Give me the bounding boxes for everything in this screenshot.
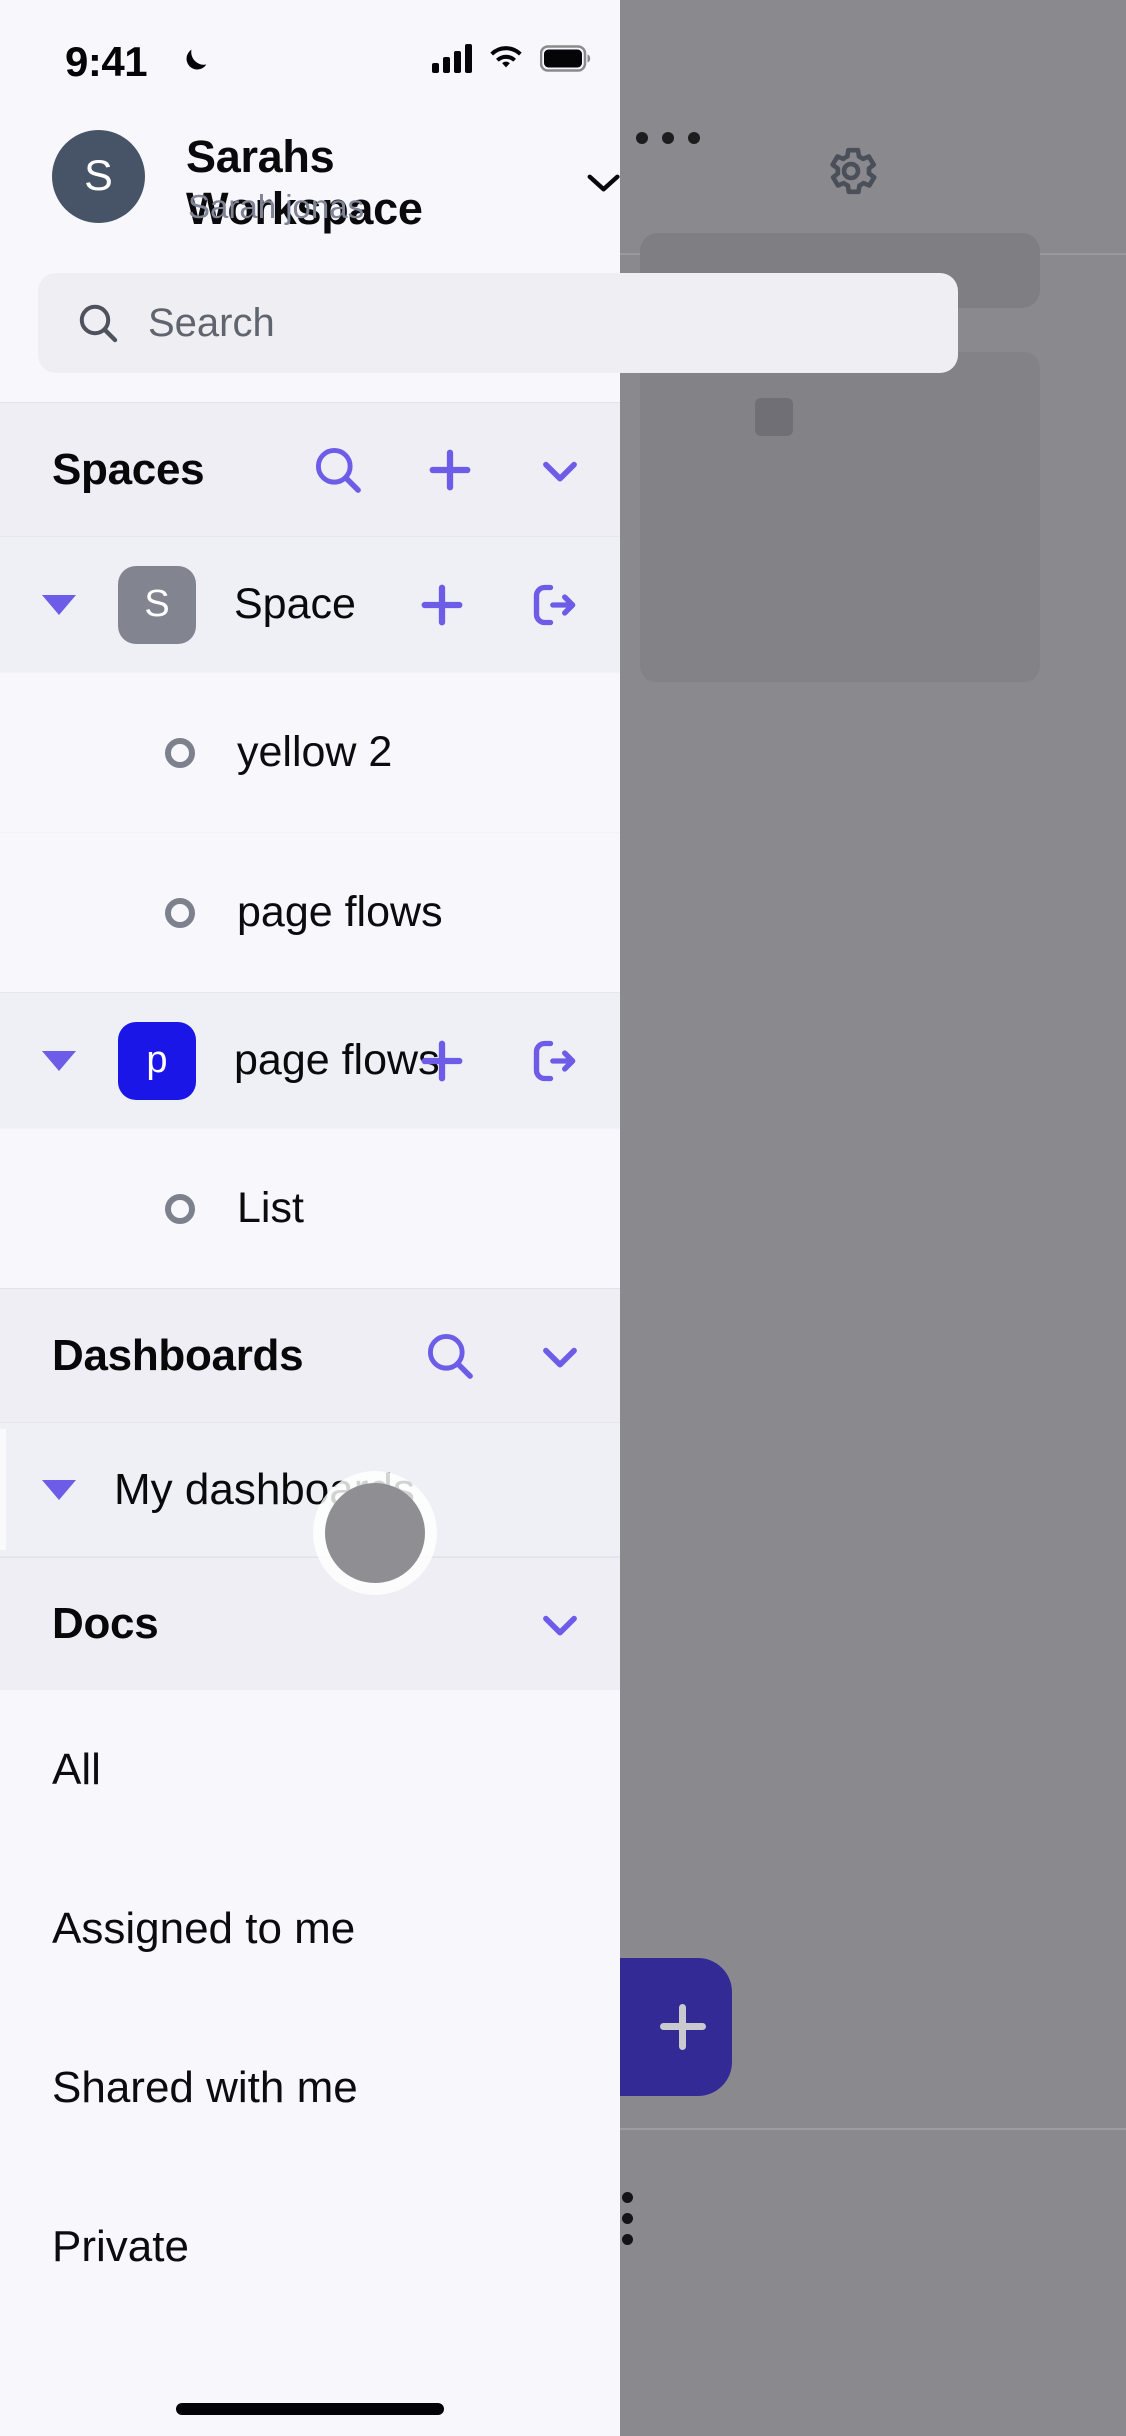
sidebar-item-shared-with-me[interactable]: Shared with me <box>0 2008 620 2167</box>
search-placeholder: Search <box>148 300 275 345</box>
more-vertical-icon[interactable] <box>622 2192 633 2245</box>
chevron-down-icon[interactable] <box>534 1598 586 1650</box>
crescent-moon-icon <box>186 49 207 70</box>
section-header-docs[interactable]: Docs <box>0 1557 620 1690</box>
dashboards-actions <box>422 1289 586 1422</box>
chevron-down-icon <box>587 174 620 192</box>
space-row-page-flows[interactable]: p page flows <box>0 992 620 1128</box>
status-time: 9:41 <box>65 38 148 85</box>
doc-filter-label: Private <box>52 2221 189 2271</box>
navigation-drawer: 9:41 S Sarahs Workspace Sarah jonas Sear… <box>0 0 958 2436</box>
plus-icon <box>660 2004 706 2050</box>
wifi-icon <box>490 46 522 68</box>
status-bar: 9:41 <box>0 0 620 100</box>
docs-title: Docs <box>52 1599 159 1648</box>
open-external-icon[interactable] <box>526 577 582 633</box>
list-item[interactable]: yellow 2 <box>0 672 620 832</box>
home-indicator <box>0 2376 620 2436</box>
active-indicator <box>0 1429 6 1550</box>
cellular-signal-icon <box>432 44 472 73</box>
section-header-dashboards[interactable]: Dashboards <box>0 1288 620 1422</box>
more-horizontal-icon[interactable] <box>636 132 700 144</box>
doc-filter-label: All <box>52 1744 101 1794</box>
gear-icon[interactable] <box>822 142 880 200</box>
doc-filter-label: Shared with me <box>52 2062 358 2112</box>
background-square-icon <box>755 398 793 436</box>
plus-icon[interactable] <box>422 442 478 498</box>
list-item[interactable]: List <box>0 1128 620 1288</box>
plus-icon[interactable] <box>414 577 470 633</box>
list-item-label: page flows <box>237 888 443 936</box>
sidebar-item-assigned-to-me[interactable]: Assigned to me <box>0 1849 620 2008</box>
workspace-header: S Sarahs Workspace Sarah jonas <box>0 100 877 255</box>
space-actions <box>414 537 582 672</box>
search-container: Search <box>0 255 958 402</box>
spaces-title: Spaces <box>52 444 205 494</box>
sidebar-item-my-dashboards[interactable]: My dashboards <box>0 1422 620 1557</box>
touch-indicator <box>325 1483 425 1583</box>
list-item[interactable]: page flows <box>0 832 620 992</box>
list-item-label: List <box>237 1184 304 1232</box>
add-fab-button[interactable] <box>612 1958 732 2096</box>
space-name: page flows <box>234 1036 440 1084</box>
section-header-spaces[interactable]: Spaces <box>0 402 620 536</box>
dashboards-title: Dashboards <box>52 1330 304 1380</box>
search-icon <box>79 304 118 343</box>
background-card-2 <box>640 352 1040 682</box>
list-item-label: yellow 2 <box>237 728 393 776</box>
avatar[interactable]: S <box>52 130 145 223</box>
spaces-actions <box>310 403 586 536</box>
docs-actions <box>534 1558 586 1690</box>
circle-outline-icon <box>165 897 195 928</box>
background-topbar <box>620 0 1126 255</box>
sidebar-item-all[interactable]: All <box>0 1690 620 1849</box>
space-row-space[interactable]: S Space <box>0 536 620 672</box>
circle-outline-icon <box>165 1193 195 1224</box>
space-name: Space <box>234 580 356 628</box>
search-input[interactable]: Search <box>38 273 958 373</box>
chevron-down-icon[interactable] <box>534 1330 586 1382</box>
caret-down-icon[interactable] <box>42 1479 76 1500</box>
background-divider <box>620 2128 1126 2130</box>
circle-outline-icon <box>165 737 195 768</box>
battery-full-icon <box>540 45 591 72</box>
status-icons <box>432 44 592 73</box>
caret-down-icon[interactable] <box>42 594 76 615</box>
space-actions <box>414 993 582 1128</box>
search-icon[interactable] <box>422 1328 478 1384</box>
sidebar-item-private[interactable]: Private <box>0 2167 620 2326</box>
open-external-icon[interactable] <box>526 1033 582 1089</box>
plus-icon[interactable] <box>414 1033 470 1089</box>
chevron-down-icon[interactable] <box>534 444 586 496</box>
space-avatar: p <box>118 1021 196 1100</box>
user-name: Sarah jonas <box>188 188 365 225</box>
caret-down-icon[interactable] <box>42 1050 76 1071</box>
doc-filter-label: Assigned to me <box>52 1903 356 1953</box>
space-avatar: S <box>118 565 196 644</box>
search-icon[interactable] <box>310 442 366 498</box>
